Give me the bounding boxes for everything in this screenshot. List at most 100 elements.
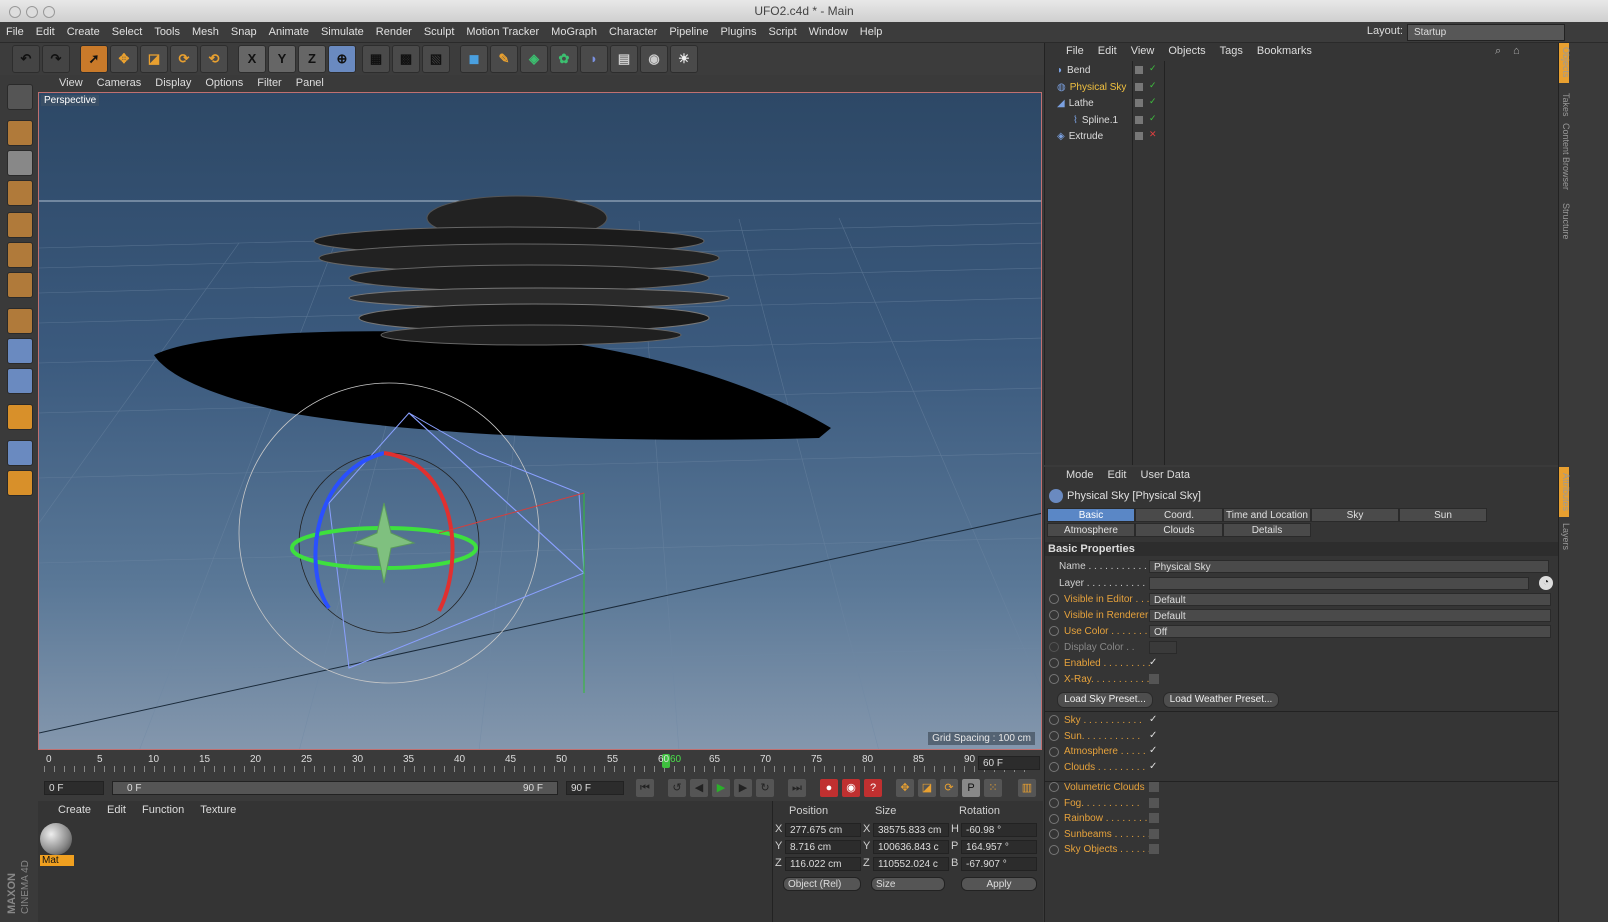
menu-render[interactable]: Render: [370, 22, 418, 42]
anim-radio-icon[interactable]: [1049, 730, 1059, 741]
menu-pipeline[interactable]: Pipeline: [663, 22, 714, 42]
layer-swatch-icon[interactable]: [1135, 115, 1143, 124]
coordinate-system-icon[interactable]: ⊕: [328, 45, 356, 73]
camera-icon[interactable]: ◉: [640, 45, 668, 73]
viewport-menu-panel[interactable]: Panel: [289, 75, 331, 92]
rotation-field[interactable]: -67.907 °: [961, 857, 1037, 871]
make-editable-icon[interactable]: [7, 84, 33, 110]
size-field[interactable]: 100636.843 c: [873, 840, 949, 854]
anim-radio-icon[interactable]: [1049, 715, 1059, 726]
viewport-menu-view[interactable]: View: [52, 75, 90, 92]
x-axis-lock-button[interactable]: X: [238, 45, 266, 73]
enabled-check-icon[interactable]: ✓: [1149, 63, 1157, 74]
viewport-menu-display[interactable]: Display: [148, 75, 198, 92]
side-tab-attributes[interactable]: Attributes: [1561, 473, 1571, 511]
attribute-menu-mode[interactable]: Mode: [1059, 467, 1101, 484]
toggle-checkbox[interactable]: ✓: [1149, 746, 1159, 756]
layer-swatch-icon[interactable]: [1135, 66, 1143, 74]
enabled-check-icon[interactable]: ✓: [1149, 113, 1157, 124]
viewport-menu-filter[interactable]: Filter: [250, 75, 288, 92]
pen-spline-icon[interactable]: ✎: [490, 45, 518, 73]
toggle-checkbox[interactable]: ✓: [1149, 715, 1159, 725]
toggle-checkbox[interactable]: [1149, 797, 1159, 808]
go-to-start-icon[interactable]: ⏮: [636, 779, 654, 797]
scale-tool-icon[interactable]: ◪: [140, 45, 168, 73]
points-mode-icon[interactable]: [7, 212, 33, 238]
menu-create[interactable]: Create: [61, 22, 106, 42]
anim-radio-icon[interactable]: [1049, 813, 1059, 824]
toggle-checkbox[interactable]: [1149, 813, 1159, 824]
select-arrow-icon[interactable]: ➚: [80, 45, 108, 73]
viewport-menu-options[interactable]: Options: [198, 75, 250, 92]
menu-file[interactable]: File: [0, 22, 30, 42]
anim-radio-icon[interactable]: [1049, 626, 1059, 637]
camera-label[interactable]: Perspective: [41, 95, 100, 106]
current-frame-field[interactable]: 0 F: [44, 781, 104, 795]
timeline-ruler[interactable]: 60 F 0 5 10 15 20 25 30 35 40 45 50 55 60 65 70 75 80 85 9…: [38, 752, 1042, 776]
max-frame-field[interactable]: 90 F: [566, 781, 624, 795]
cube-object-icon[interactable]: ◼: [460, 45, 488, 73]
object-menu-view[interactable]: View: [1124, 43, 1162, 60]
menu-select[interactable]: Select: [106, 22, 149, 42]
name-field[interactable]: Physical Sky: [1149, 560, 1549, 573]
anim-radio-icon[interactable]: [1049, 746, 1059, 757]
tab-clouds[interactable]: Clouds: [1135, 523, 1223, 537]
tab-sky[interactable]: Sky: [1311, 508, 1399, 522]
object-menu-file[interactable]: File: [1059, 43, 1091, 60]
anim-radio-icon[interactable]: [1049, 658, 1059, 669]
end-frame-field[interactable]: 60 F: [978, 756, 1040, 770]
record-point-level-icon[interactable]: ⁙: [984, 779, 1002, 797]
size-mode-select[interactable]: Size: [871, 877, 945, 891]
layer-swatch-icon[interactable]: [1135, 99, 1143, 107]
position-field[interactable]: 277.675 cm: [785, 823, 861, 837]
side-tab-structure[interactable]: Structure: [1561, 203, 1571, 240]
workplane-lock-icon[interactable]: [7, 440, 33, 466]
visible-editor-select[interactable]: Default: [1149, 593, 1551, 606]
menu-snap[interactable]: Snap: [225, 22, 263, 42]
material-swatch[interactable]: Mat: [40, 823, 74, 869]
render-settings-icon[interactable]: ▧: [422, 45, 450, 73]
record-parameter-icon[interactable]: P: [962, 779, 980, 797]
layer-pick-icon[interactable]: ◔: [1539, 576, 1553, 590]
viewport-menu-cameras[interactable]: Cameras: [90, 75, 149, 92]
object-row[interactable]: ⌇ Spline.1: [1073, 113, 1118, 129]
planar-workplane-icon[interactable]: [7, 470, 33, 496]
anim-radio-icon[interactable]: [1049, 610, 1059, 621]
object-row[interactable]: ◍ Physical Sky: [1057, 80, 1126, 96]
disabled-x-icon[interactable]: ✕: [1149, 129, 1157, 140]
object-menu-tags[interactable]: Tags: [1213, 43, 1250, 60]
menu-mesh[interactable]: Mesh: [186, 22, 225, 42]
perspective-viewport[interactable]: Perspective Grid Spacing : 100 cm: [38, 92, 1042, 750]
array-generator-icon[interactable]: ✿: [550, 45, 578, 73]
keyframe-selection-icon[interactable]: ?: [864, 779, 882, 797]
anim-radio-icon[interactable]: [1049, 829, 1059, 840]
enabled-check-icon[interactable]: ✓: [1149, 80, 1157, 91]
next-key-icon[interactable]: ↻: [756, 779, 774, 797]
texture-mode-icon[interactable]: [7, 150, 33, 176]
xray-checkbox[interactable]: [1149, 674, 1159, 684]
size-field[interactable]: 110552.024 c: [873, 857, 949, 871]
toggle-checkbox[interactable]: ✓: [1149, 730, 1159, 741]
side-tab-takes[interactable]: Takes: [1561, 93, 1571, 117]
anim-radio-icon[interactable]: [1049, 674, 1059, 685]
tab-sun[interactable]: Sun: [1399, 508, 1487, 522]
home-icon[interactable]: ⌂: [1513, 45, 1520, 57]
layer-swatch-icon[interactable]: [1135, 132, 1143, 140]
model-mode-icon[interactable]: [7, 120, 33, 146]
menu-sculpt[interactable]: Sculpt: [418, 22, 461, 42]
position-field[interactable]: 8.716 cm: [785, 840, 861, 854]
record-rotation-icon[interactable]: ⟳: [940, 779, 958, 797]
side-tab-layers[interactable]: Layers: [1561, 523, 1571, 550]
tab-atmosphere[interactable]: Atmosphere: [1047, 523, 1135, 537]
timeline-window-icon[interactable]: ▥: [1018, 779, 1036, 797]
record-active-objects-icon[interactable]: ●: [820, 779, 838, 797]
undo-icon[interactable]: ↶: [12, 45, 40, 73]
record-position-icon[interactable]: ✥: [896, 779, 914, 797]
object-menu-objects[interactable]: Objects: [1161, 43, 1212, 60]
menu-script[interactable]: Script: [763, 22, 803, 42]
anim-radio-icon[interactable]: [1049, 797, 1059, 808]
position-field[interactable]: 116.022 cm: [785, 857, 861, 871]
y-axis-lock-button[interactable]: Y: [268, 45, 296, 73]
go-to-end-icon[interactable]: ⏭: [788, 779, 806, 797]
coordinate-mode-select[interactable]: Object (Rel): [783, 877, 861, 891]
